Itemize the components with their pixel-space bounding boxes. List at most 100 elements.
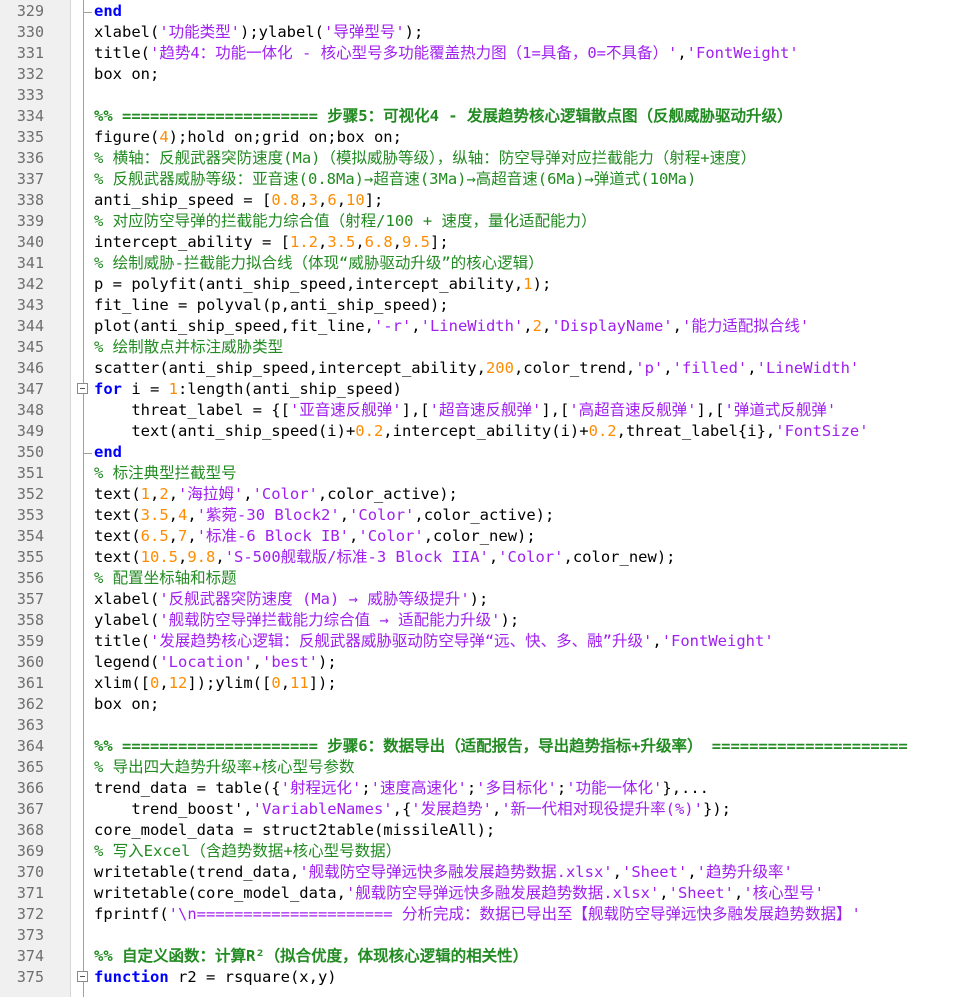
code-token: , [317, 233, 328, 251]
code-token: r2 = rsquare(x,y) [168, 968, 337, 986]
code-token: , [299, 191, 309, 209]
code-token: '发展趋势核心逻辑：反舰武器威胁驱动防空导弹“远、快、多、融”升级' [150, 632, 653, 650]
code-line[interactable]: 333 [0, 85, 958, 106]
code-token: end [94, 443, 122, 461]
code-text: % 绘制威胁-拦截能力拟合线（体现“威胁驱动升级”的核心逻辑） [94, 253, 544, 274]
code-line[interactable]: 341 % 绘制威胁-拦截能力拟合线（体现“威胁驱动升级”的核心逻辑） [0, 253, 958, 274]
code-line[interactable]: 374 %% 自定义函数：计算R²（拟合优度，体现核心逻辑的相关性） [0, 946, 958, 967]
code-line[interactable]: 335 figure(4);hold on;grid on;box on; [0, 127, 958, 148]
code-token: 'FontSize' [775, 422, 869, 440]
code-token: ; [361, 779, 371, 797]
code-line[interactable]: 368 core_model_data = struct2table(missil… [0, 820, 958, 841]
code-line[interactable]: 365 % 导出四大趋势升级率+核心型号参数 [0, 757, 958, 778]
code-token: 0.2 [588, 422, 617, 440]
code-token: , [687, 863, 697, 881]
code-token: 0 [150, 674, 160, 692]
line-number: 342 [16, 275, 44, 293]
code-text: text(3.5,4,'紫菀-30 Block2','Color',color_… [94, 505, 554, 526]
code-line[interactable]: 352 text(1,2,'海拉姆','Color',color_active); [0, 484, 958, 505]
code-token: ; [466, 779, 477, 797]
code-line[interactable]: 366 trend_data = table({'射程远化';'速度高速化';'多… [0, 778, 958, 799]
code-line[interactable]: 367 trend_boost','VariableNames',{'发展趋势'… [0, 799, 958, 820]
collapse-block-icon[interactable] [77, 971, 88, 982]
code-line[interactable]: 334 %% ===================== 步骤5：可视化4 - 发… [0, 106, 958, 127]
code-token: title( [94, 632, 150, 650]
code-text: xlim([0,12]);ylim([0,11]); [94, 673, 337, 694]
code-token: , [663, 359, 673, 377]
line-number: 361 [16, 674, 44, 692]
code-line[interactable]: 373 [0, 925, 958, 946]
code-line[interactable]: 350 end [0, 442, 958, 463]
code-token: 'S-500舰载版/标准-3 Block IIA' [224, 548, 489, 566]
code-line[interactable]: 362 box on; [0, 694, 958, 715]
code-text: trend_boost','VariableNames',{'发展趋势','新一… [94, 799, 731, 820]
code-line[interactable]: 347 for i = 1:length(anti_ship_speed) [0, 379, 958, 400]
code-token: '亚音速反舰弹' [289, 401, 402, 419]
code-token: '多目标化' [476, 779, 557, 797]
code-line[interactable]: 337 % 反舰武器威胁等级：亚音速(0.8Ma)→超音速(3Ma)→高超音速(6… [0, 169, 958, 190]
code-line[interactable]: 345 % 绘制散点并标注威胁类型 [0, 337, 958, 358]
code-token: , [411, 317, 421, 335]
code-line[interactable]: 338 anti_ship_speed = [0.8,3,6,10]; [0, 190, 958, 211]
code-line[interactable]: 356 % 配置坐标轴和标题 [0, 568, 958, 589]
code-line[interactable]: 369 % 写入Excel（含趋势数据+核心型号数据） [0, 841, 958, 862]
code-line[interactable]: 331 title('趋势4：功能一体化 - 核心型号多功能覆盖热力图（1=具备，… [0, 43, 958, 64]
code-line[interactable]: 346 scatter(anti_ship_speed,intercept_abi… [0, 358, 958, 379]
code-token: trend_boost', [94, 800, 253, 818]
code-token: fprintf( [94, 905, 169, 923]
code-line[interactable]: 358 ylabel('舰载防空导弹拦截能力综合值 → 适配能力升级'); [0, 610, 958, 631]
code-token: '导弹型号' [324, 23, 405, 41]
code-line[interactable]: 370 writetable(trend_data,'舰载防空导弹远快多融发展趋势… [0, 862, 958, 883]
line-number: 373 [16, 926, 44, 944]
line-number: 339 [16, 212, 44, 230]
code-token: text(anti_ship_speed(i)+ [94, 422, 356, 440]
code-text: xlabel('反舰武器突防速度 (Ma) → 威胁等级提升'); [94, 589, 488, 610]
code-token: ,color_new); [423, 527, 536, 545]
code-line[interactable]: 336 % 横轴：反舰武器突防速度(Ma)（模拟威胁等级），纵轴：防空导弹对应拦截… [0, 148, 958, 169]
code-line[interactable]: 354 text(6.5,7,'标准-6 Block IB','Color',co… [0, 526, 958, 547]
code-line[interactable]: 332 box on; [0, 64, 958, 85]
code-line[interactable]: 359 title('发展趋势核心逻辑：反舰武器威胁驱动防空导弹“远、快、多、融”… [0, 631, 958, 652]
code-token: ,intercept_ability(i)+ [383, 422, 589, 440]
code-line[interactable]: 360 legend('Location','best'); [0, 652, 958, 673]
code-line[interactable]: 342 p = polyfit(anti_ship_speed,intercept… [0, 274, 958, 295]
line-number: 349 [16, 422, 44, 440]
code-line[interactable]: 340 intercept_ability = [1.2,3.5,6.8,9.5]… [0, 232, 958, 253]
code-token: '新一代相对现役提升率(%)' [501, 800, 703, 818]
code-editor[interactable]: 329 end 330 xlabel('功能类型');ylabel('导弹型号'); 3… [0, 0, 958, 997]
code-line[interactable]: 371 writetable(core_model_data,'舰载防空导弹远快多… [0, 883, 958, 904]
code-token: , [488, 548, 499, 566]
code-text: title('发展趋势核心逻辑：反舰武器威胁驱动防空导弹“远、快、多、融”升级'… [94, 631, 774, 652]
code-line[interactable]: 363 [0, 715, 958, 736]
code-token: ]; [430, 233, 449, 251]
code-token: '紫菀-30 Block2' [196, 506, 340, 524]
code-line[interactable]: 330 xlabel('功能类型');ylabel('导弹型号'); [0, 22, 958, 43]
code-text: % 标注典型拦截型号 [94, 463, 237, 484]
code-line[interactable]: 372 fprintf('\n===================== 分析完成… [0, 904, 958, 925]
code-line[interactable]: 357 xlabel('反舰武器突防速度 (Ma) → 威胁等级提升'); [0, 589, 958, 610]
code-line[interactable]: 375 function r2 = rsquare(x,y) [0, 967, 958, 988]
line-number: 366 [16, 779, 44, 797]
code-line[interactable]: 351 % 标注典型拦截型号 [0, 463, 958, 484]
code-token: ],[ [541, 401, 570, 419]
code-token: for [94, 380, 122, 398]
code-token: ]); [308, 674, 337, 692]
code-line[interactable]: 355 text(10.5,9.8,'S-500舰载版/标准-3 Block II… [0, 547, 958, 568]
code-token: %% ===================== 步骤5：可视化4 - 发展趋势… [94, 107, 793, 125]
code-token: , [355, 233, 365, 251]
code-line[interactable]: 339 % 对应防空导弹的拦截能力综合值（射程/100 + 速度，量化适配能力） [0, 211, 958, 232]
code-line[interactable]: 353 text(3.5,4,'紫菀-30 Block2','Color',col… [0, 505, 958, 526]
code-line[interactable]: 344 plot(anti_ship_speed,fit_line,'-r','L… [0, 316, 958, 337]
code-token: 3.5 [140, 506, 169, 524]
collapse-block-icon[interactable] [77, 383, 88, 394]
code-line[interactable]: 361 xlim([0,12]);ylim([0,11]); [0, 673, 958, 694]
code-text: % 反舰武器威胁等级：亚音速(0.8Ma)→超音速(3Ma)→高超音速(6Ma)… [94, 169, 696, 190]
code-text: threat_label = {['亚音速反舰弹'],['超音速反舰弹'],['… [94, 400, 836, 421]
code-line[interactable]: 343 fit_line = polyval(p,anti_ship_speed)… [0, 295, 958, 316]
code-line[interactable]: 364 %% ===================== 步骤6：数据导出（适配报… [0, 736, 958, 757]
code-line[interactable]: 348 threat_label = {['亚音速反舰弹'],['超音速反舰弹'… [0, 400, 958, 421]
line-number: 331 [16, 44, 44, 62]
code-token: 'Color' [252, 485, 318, 503]
code-line[interactable]: 329 end [0, 1, 958, 22]
code-line[interactable]: 349 text(anti_ship_speed(i)+ 0.2,intercep… [0, 421, 958, 442]
